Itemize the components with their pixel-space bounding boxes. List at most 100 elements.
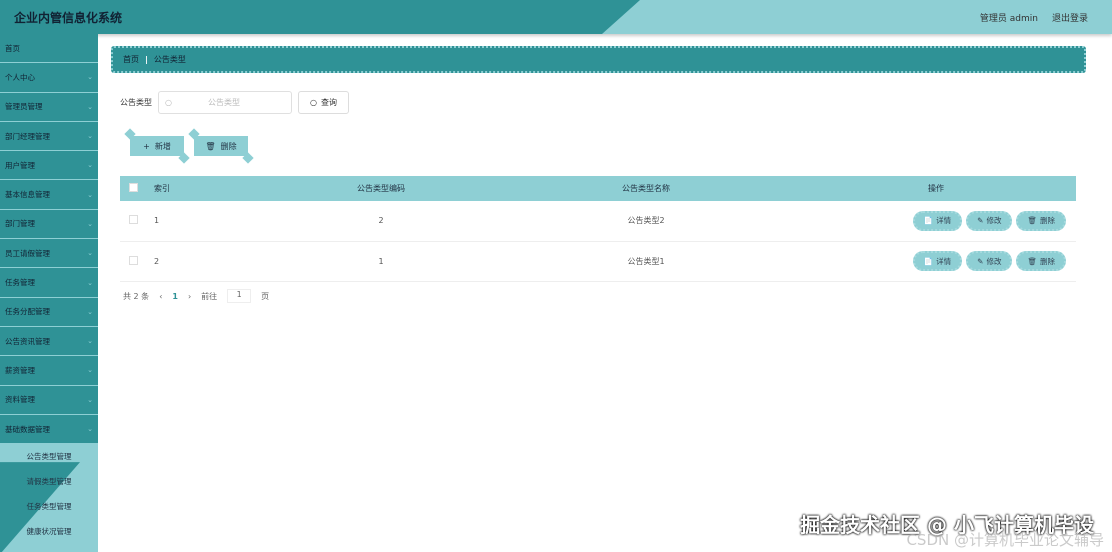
sidebar-item-label: 薪资管理 xyxy=(5,365,35,375)
search-input[interactable]: ○ 公告类型 xyxy=(158,91,292,114)
goto-input[interactable]: 1 xyxy=(227,289,252,303)
col-header[interactable]: 公告类型编码 xyxy=(266,176,496,201)
user-label: 管理员 admin xyxy=(979,14,1038,24)
details-icon: 📄 xyxy=(923,216,934,226)
row-checkbox[interactable] xyxy=(128,255,138,265)
sidebar-item[interactable]: 任务管理 ⌄ xyxy=(0,268,98,298)
actions-cell: 📄 详情 ✎ 修改 🗑 删除 xyxy=(796,201,1076,242)
row-checkbox[interactable] xyxy=(128,215,138,225)
name-cell: 公告类型2 xyxy=(496,201,796,242)
chevron-down-icon: ⌄ xyxy=(87,249,93,258)
select-all-checkbox[interactable] xyxy=(128,183,138,192)
chevron-down-icon: ⌄ xyxy=(87,132,93,141)
sidebar-item-label: 任务管理 xyxy=(5,278,35,288)
details-button[interactable]: 📄 详情 xyxy=(912,210,963,231)
sidebar-item[interactable]: 任务分配管理 ⌄ xyxy=(0,298,98,327)
chevron-down-icon: ⌄ xyxy=(87,73,93,82)
watermark: CSDN @计算机毕业论文辅导 xyxy=(906,531,1104,549)
sidebar-item[interactable]: 基础数据管理 ⌄ xyxy=(0,415,98,445)
sidebar-item-label: 管理员管理 xyxy=(5,102,43,112)
search-placeholder: 公告类型 xyxy=(207,98,240,107)
chevron-down-icon: ⌄ xyxy=(87,278,93,287)
details-icon: 📄 xyxy=(923,256,934,266)
col-header[interactable]: 索引 xyxy=(146,176,266,201)
edit-button[interactable]: ✎ 修改 xyxy=(966,210,1013,231)
query-label: 查询 xyxy=(320,98,337,107)
submenu-item[interactable]: 任务类型管理 xyxy=(0,494,98,519)
sidebar-item-label: 基础数据管理 xyxy=(5,424,50,434)
sidebar-item[interactable]: 基本信息管理 ⌄ xyxy=(0,180,98,210)
sidebar-item-label: 部门管理 xyxy=(5,219,35,229)
add-button[interactable]: + 新增 xyxy=(130,136,184,156)
code-cell: 1 xyxy=(266,241,496,282)
col-header[interactable]: 公告类型名称 xyxy=(496,176,796,201)
delete-button[interactable]: 🗑 删除 xyxy=(1016,210,1066,231)
action-label: 修改 xyxy=(986,256,1002,266)
sidebar-item[interactable]: 部门管理 ⌄ xyxy=(0,210,98,240)
page-number[interactable]: 1 xyxy=(172,292,178,301)
query-button[interactable]: ○ 查询 xyxy=(298,91,349,114)
chevron-down-icon: ⌄ xyxy=(87,219,93,228)
chevron-down-icon: ⌄ xyxy=(87,102,93,111)
edit-button[interactable]: ✎ 修改 xyxy=(966,251,1013,271)
chevron-down-icon: ⌄ xyxy=(87,190,93,199)
chevron-down-icon: ⌄ xyxy=(87,425,93,433)
sidebar-item[interactable]: 资料管理 ⌄ xyxy=(0,386,98,415)
name-cell: 公告类型1 xyxy=(496,241,796,282)
sidebar-item[interactable]: 薪资管理 ⌄ xyxy=(0,356,98,386)
plus-icon: + xyxy=(143,141,150,151)
trash-icon: 🗑 xyxy=(205,141,216,151)
search-bar: 公告类型 ○ 公告类型 ○ 查询 xyxy=(120,91,349,114)
sidebar-item[interactable]: 用户管理 ⌄ xyxy=(0,151,98,181)
trash-icon: 🗑 xyxy=(1027,256,1037,266)
sidebar-item[interactable]: 管理员管理 ⌄ xyxy=(0,93,98,122)
action-label: 详情 xyxy=(936,216,952,226)
edit-icon: ✎ xyxy=(977,256,984,266)
sidebar-item[interactable]: 部门经理管理 ⌄ xyxy=(0,122,98,152)
action-label: 删除 xyxy=(1040,216,1055,226)
search-icon: ○ xyxy=(165,98,172,107)
index-cell: 2 xyxy=(146,241,266,282)
next-page-icon[interactable]: › xyxy=(188,292,191,301)
chevron-down-icon: ⌄ xyxy=(87,307,93,316)
sidebar-item-label: 首页 xyxy=(5,43,20,53)
trash-icon: 🗑 xyxy=(1027,216,1037,226)
submenu-item[interactable]: 公告类型管理 xyxy=(0,444,98,469)
row-select-cell xyxy=(120,201,146,242)
delete-button[interactable]: 🗑 删除 xyxy=(1016,251,1066,271)
details-button[interactable]: 📄 详情 xyxy=(912,251,963,271)
goto-label: 前往 xyxy=(201,291,218,301)
breadcrumb-separator: | xyxy=(145,55,148,64)
prev-page-icon[interactable]: ‹ xyxy=(159,292,162,301)
col-header: 操作 xyxy=(796,176,1076,201)
data-table: 索引 公告类型编码 公告类型名称 操作 1 2 公告类型2 📄 详情 ✎ 修改 🗑 删除 … xyxy=(120,176,1076,282)
search-icon: ○ xyxy=(310,98,317,107)
logout-link[interactable]: 退出登录 xyxy=(1052,11,1088,24)
page-unit: 页 xyxy=(261,291,270,301)
submenu: 公告类型管理 请假类型管理 任务类型管理 健康状况管理 xyxy=(0,444,98,552)
sidebar-item-label: 用户管理 xyxy=(5,160,35,170)
sidebar-item[interactable]: 首页 xyxy=(0,34,98,64)
sidebar-item[interactable]: 个人中心 ⌄ xyxy=(0,63,98,93)
actions-cell: 📄 详情 ✎ 修改 🗑 删除 xyxy=(796,241,1076,282)
sidebar-item-label: 部门经理管理 xyxy=(5,131,50,141)
app-title: 企业内管信息化系统 xyxy=(14,11,123,25)
action-label: 删除 xyxy=(1040,256,1055,266)
select-all-cell xyxy=(120,176,146,201)
sidebar-item-label: 个人中心 xyxy=(5,72,35,82)
edit-icon: ✎ xyxy=(977,216,984,226)
action-label: 修改 xyxy=(986,216,1002,226)
sidebar-item-label: 员工请假管理 xyxy=(5,248,50,258)
chevron-down-icon: ⌄ xyxy=(87,395,93,404)
sidebar-item-label: 公告资讯管理 xyxy=(5,336,50,346)
chevron-down-icon: ⌄ xyxy=(87,337,93,346)
total-count: 共 2 条 xyxy=(123,291,150,301)
submenu-item[interactable]: 健康状况管理 xyxy=(0,519,98,544)
submenu-item[interactable]: 请假类型管理 xyxy=(0,469,98,494)
sidebar-item[interactable]: 员工请假管理 ⌄ xyxy=(0,239,98,269)
table-row: 2 1 公告类型1 📄 详情 ✎ 修改 🗑 删除 xyxy=(120,241,1076,282)
batch-delete-button[interactable]: 🗑 删除 xyxy=(194,136,248,156)
sidebar-item[interactable]: 公告资讯管理 ⌄ xyxy=(0,327,98,357)
action-label: 详情 xyxy=(936,256,952,266)
breadcrumb-home[interactable]: 首页 xyxy=(123,54,139,65)
